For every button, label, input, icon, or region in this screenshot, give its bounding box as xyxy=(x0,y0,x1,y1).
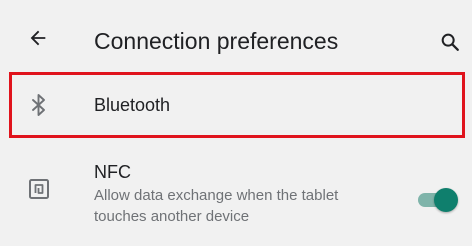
nfc-summary: Allow data exchange when the tablet touc… xyxy=(94,187,339,225)
bluetooth-icon xyxy=(26,92,52,118)
toggle-thumb xyxy=(434,188,458,212)
nfc-toggle[interactable] xyxy=(418,187,458,213)
list-item-bluetooth[interactable]: Bluetooth xyxy=(0,74,472,136)
bluetooth-label: Bluetooth xyxy=(94,95,171,115)
list-item-nfc[interactable]: NFC Allow data exchange when the tablet … xyxy=(0,150,472,234)
app-bar: Connection preferences xyxy=(0,0,472,66)
nfc-icon xyxy=(26,176,52,202)
page-title: Connection preferences xyxy=(94,28,339,54)
arrow-back-icon xyxy=(30,30,46,46)
search-icon xyxy=(441,33,459,51)
nfc-label: NFC xyxy=(94,162,131,182)
search-button[interactable] xyxy=(432,22,468,62)
back-button[interactable] xyxy=(18,18,58,58)
